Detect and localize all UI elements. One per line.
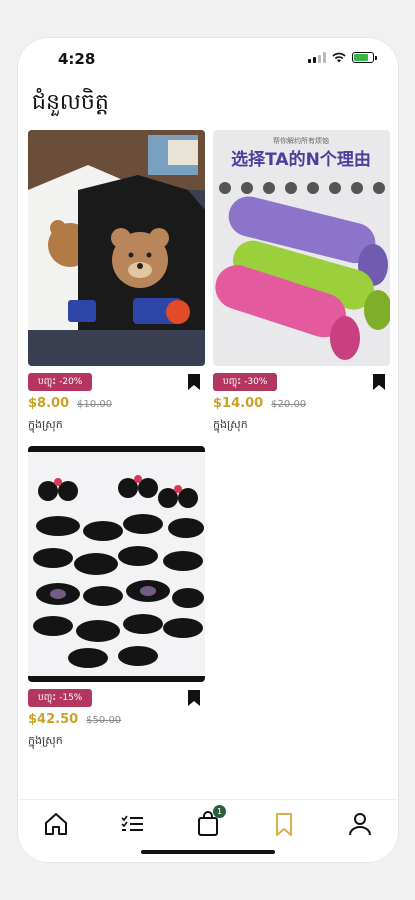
price-row: $42.50 $50.00 (28, 712, 121, 727)
product-card[interactable]: 帮你解约所有烦恼 选择TA的N个理由 បញ្ចុះ -30% $14.00 $2… (213, 130, 390, 431)
status-bar: 4:28 (18, 38, 398, 78)
discount-badge: បញ្ចុះ -30% (213, 373, 278, 391)
price: $8.00 (28, 396, 70, 411)
list-icon (121, 815, 143, 831)
bookmark-icon[interactable] (372, 373, 386, 391)
page-title: ជំនួលចិត្ត (32, 90, 109, 115)
bookmark-icon (276, 813, 292, 836)
tab-cart[interactable]: 1 (194, 805, 226, 838)
price-row: $14.00 $20.00 (213, 396, 306, 411)
price: $14.00 (213, 396, 264, 411)
product-image[interactable] (28, 130, 205, 366)
product-card[interactable]: បញ្ចុះ -15% $42.50 $50.00 ក្នុងស្រុក (28, 446, 205, 747)
tab-profile[interactable] (346, 810, 376, 838)
tab-home[interactable] (42, 810, 72, 838)
image-caption-large: 选择TA的N个理由 (231, 149, 371, 170)
tab-saved[interactable] (270, 810, 300, 838)
product-card[interactable]: បញ្ចុះ -20% $8.00 $10.00 ក្នុងស្រុក (28, 130, 205, 431)
old-price: $20.00 (271, 399, 307, 410)
shop-name: ក្នុងស្រុក (28, 418, 63, 431)
home-icon (45, 813, 67, 835)
battery-icon (352, 52, 377, 63)
bookmark-icon[interactable] (187, 689, 201, 707)
home-indicator[interactable] (141, 850, 275, 854)
image-caption-small: 帮你解约所有烦恼 (273, 136, 329, 145)
shop-name: ក្នុងស្រុក (28, 734, 63, 747)
shop-name: ក្នុងស្រុក (213, 418, 248, 431)
profile-icon (349, 813, 371, 836)
product-meta-row: បញ្ចុះ -30% (213, 373, 390, 393)
bookmark-icon[interactable] (187, 373, 201, 391)
status-icons (308, 52, 377, 63)
product-meta-row: បញ្ចុះ -20% (28, 373, 205, 393)
signal-icon (308, 52, 326, 63)
discount-badge: បញ្ចុះ -20% (28, 373, 93, 391)
product-meta-row: បញ្ចុះ -15% (28, 689, 205, 709)
cart-count-badge: 1 (213, 805, 226, 818)
phone-screen: 4:28 ជំនួលចិត្ត បញ្ចុះ -20% $8.00 $10.00… (18, 38, 398, 862)
status-time: 4:28 (58, 50, 96, 68)
price-row: $8.00 $10.00 (28, 396, 112, 411)
old-price: $50.00 (86, 715, 122, 726)
old-price: $10.00 (77, 399, 113, 410)
product-image[interactable]: 帮你解约所有烦恼 选择TA的N个理由 (213, 130, 390, 366)
price: $42.50 (28, 712, 79, 727)
discount-badge: បញ្ចុះ -15% (28, 689, 93, 707)
wifi-icon (332, 52, 346, 63)
tab-bar: 1 (18, 799, 398, 862)
tab-list[interactable] (118, 810, 148, 838)
product-image[interactable] (28, 446, 205, 682)
